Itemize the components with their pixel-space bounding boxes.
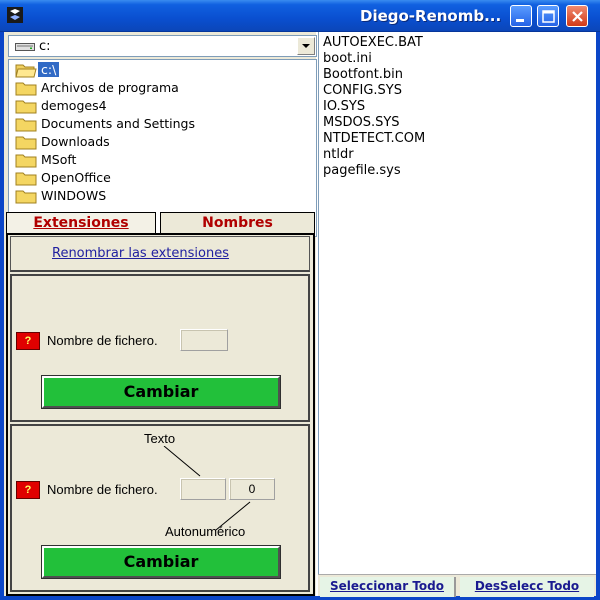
drive-icon <box>15 43 35 51</box>
file-item[interactable]: NTDETECT.COM <box>323 131 425 146</box>
directory-name: OpenOffice <box>41 170 111 185</box>
directory-item-root[interactable]: c:\ <box>9 61 316 79</box>
file-item[interactable]: CONFIG.SYS <box>323 83 402 98</box>
directory-name: Documents and Settings <box>41 116 196 131</box>
selection-toolbar: Seleccionar Todo DesSelecc Todo <box>318 574 596 597</box>
file-item[interactable]: ntldr <box>323 147 354 162</box>
text-caption: Texto <box>144 431 176 446</box>
window-title: Diego-Renomb... <box>360 7 502 25</box>
directory-name: c:\ <box>38 62 60 77</box>
maximize-icon <box>542 10 555 23</box>
directory-item[interactable]: WINDOWS <box>9 187 316 205</box>
deselect-all-button[interactable]: DesSelecc Todo <box>460 577 594 597</box>
folder-icon <box>15 190 37 204</box>
folder-icon <box>15 172 37 186</box>
help-button[interactable]: ? <box>16 481 40 499</box>
autonumber-input[interactable]: 0 <box>229 478 275 500</box>
drive-selector[interactable]: c: <box>8 35 317 57</box>
text-input[interactable] <box>180 478 226 500</box>
window-frame-right <box>596 32 600 600</box>
directory-name: Downloads <box>41 134 110 149</box>
change-autonumber-button[interactable]: Cambiar <box>41 545 281 579</box>
directory-item[interactable]: demoges4 <box>9 97 316 115</box>
tab-nombres[interactable]: Nombres <box>160 212 315 234</box>
close-button[interactable] <box>566 5 588 27</box>
directory-item[interactable]: MSoft <box>9 151 316 169</box>
filename-label: Nombre de fichero. <box>47 333 158 348</box>
minimize-button[interactable] <box>510 5 532 27</box>
file-item[interactable]: IO.SYS <box>323 99 365 114</box>
file-item[interactable]: boot.ini <box>323 51 372 66</box>
open-folder-icon <box>15 64 37 78</box>
directory-name: Archivos de programa <box>41 80 179 95</box>
directory-list[interactable]: c:\ Archivos de programa demoges4 Docume… <box>8 59 317 237</box>
tab-extensiones[interactable]: Extensiones <box>6 212 156 234</box>
filename-label: Nombre de fichero. <box>47 482 158 497</box>
directory-name: demoges4 <box>41 98 107 113</box>
app-icon <box>7 7 23 23</box>
folder-icon <box>15 154 37 168</box>
change-button[interactable]: Cambiar <box>41 375 281 409</box>
directory-item[interactable]: Documents and Settings <box>9 115 316 133</box>
file-item[interactable]: AUTOEXEC.BAT <box>323 35 423 50</box>
folder-icon <box>15 100 37 114</box>
maximize-button[interactable] <box>537 5 559 27</box>
select-all-button[interactable]: Seleccionar Todo <box>320 577 456 597</box>
dropdown-button[interactable] <box>297 37 315 55</box>
directory-name: WINDOWS <box>41 188 107 203</box>
help-button[interactable]: ? <box>16 332 40 350</box>
title-bar[interactable]: Diego-Renomb... <box>0 0 600 32</box>
directory-name: MSoft <box>41 152 77 167</box>
drive-label: c: <box>39 39 51 54</box>
folder-icon <box>15 82 37 96</box>
rename-extensions-link[interactable]: Renombrar las extensiones <box>52 246 229 261</box>
file-list[interactable]: AUTOEXEC.BAT boot.ini Bootfont.bin CONFI… <box>318 32 596 574</box>
autonumber-caption: Autonumérico <box>165 524 246 539</box>
directory-item[interactable]: Downloads <box>9 133 316 151</box>
folder-icon <box>15 118 37 132</box>
close-icon <box>572 11 583 22</box>
directory-item[interactable]: Archivos de programa <box>9 79 316 97</box>
directory-item[interactable]: OpenOffice <box>9 169 316 187</box>
minimize-icon <box>516 19 524 22</box>
filename-extension-input[interactable] <box>180 329 228 351</box>
file-item[interactable]: MSDOS.SYS <box>323 115 400 130</box>
chevron-down-icon <box>302 44 310 48</box>
file-item[interactable]: Bootfont.bin <box>323 67 403 82</box>
file-item[interactable]: pagefile.sys <box>323 163 401 178</box>
folder-icon <box>15 136 37 150</box>
